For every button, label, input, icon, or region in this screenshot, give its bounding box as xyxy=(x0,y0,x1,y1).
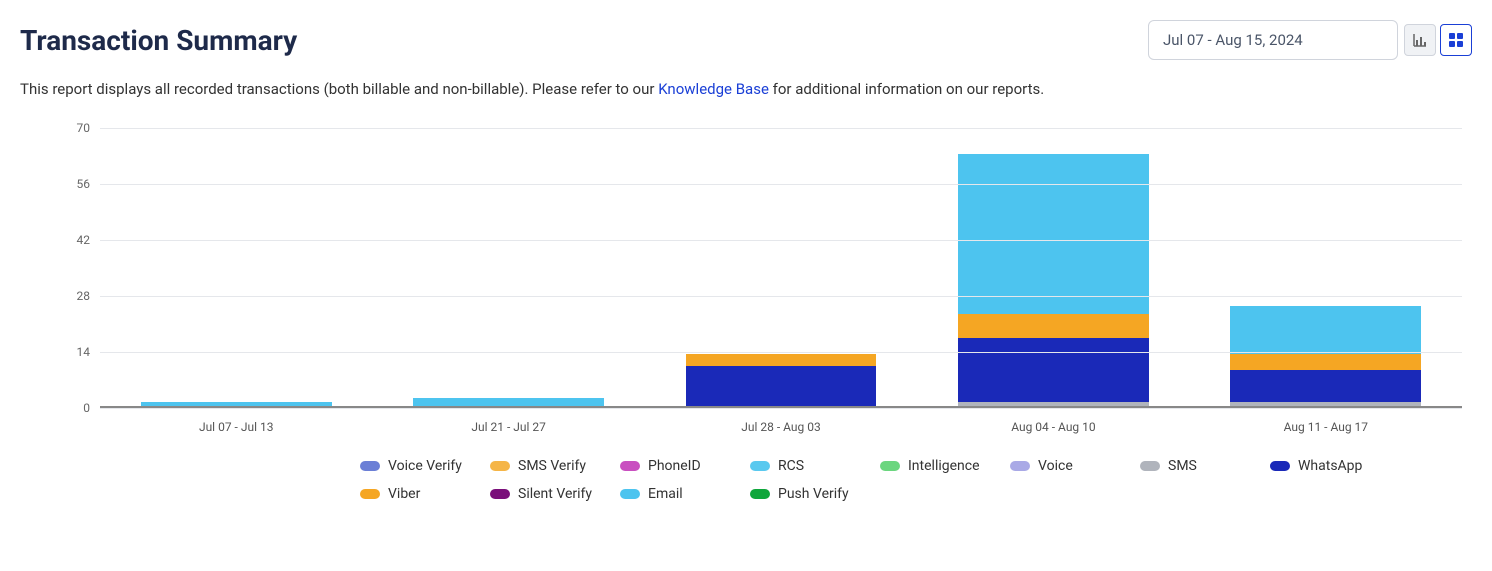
chart-plot: Jul 07 - Jul 13Jul 21 - Jul 27Jul 28 - A… xyxy=(100,128,1462,408)
x-tick-label: Jul 21 - Jul 27 xyxy=(471,420,546,434)
legend-swatch xyxy=(880,461,900,471)
legend-swatch xyxy=(490,489,510,499)
header-controls: Jul 07 - Aug 15, 2024 xyxy=(1148,20,1472,60)
legend-label: Email xyxy=(648,486,683,502)
legend-label: Silent Verify xyxy=(518,486,592,502)
chart-bars: Jul 07 - Jul 13Jul 21 - Jul 27Jul 28 - A… xyxy=(100,128,1462,406)
chart-legend: Voice Verify SMS Verify PhoneID RCS Intellig… xyxy=(360,458,1432,502)
legend-item[interactable]: RCS xyxy=(750,458,880,474)
bar-segment[interactable] xyxy=(141,402,332,406)
legend-label: SMS Verify xyxy=(518,458,586,474)
y-tick-label: 28 xyxy=(77,289,91,303)
legend-item[interactable]: SMS Verify xyxy=(490,458,620,474)
gridline xyxy=(100,128,1462,129)
legend-swatch xyxy=(360,461,380,471)
bar-segment[interactable] xyxy=(958,338,1149,402)
legend-label: Push Verify xyxy=(778,486,849,502)
x-tick-label: Jul 07 - Jul 13 xyxy=(199,420,274,434)
x-tick-label: Aug 04 - Aug 10 xyxy=(1011,420,1095,434)
view-toggle-group xyxy=(1404,24,1472,56)
legend-swatch xyxy=(1270,461,1290,471)
bar-group: Jul 28 - Aug 03 xyxy=(645,128,917,406)
bar-chart-icon xyxy=(1412,32,1428,48)
bar-group: Jul 07 - Jul 13 xyxy=(100,128,372,406)
legend-item[interactable]: Intelligence xyxy=(880,458,1010,474)
bar-segment[interactable] xyxy=(958,402,1149,406)
bar-segment[interactable] xyxy=(413,398,604,406)
stacked-bar[interactable] xyxy=(1230,306,1421,406)
legend-swatch xyxy=(360,489,380,499)
bar-segment[interactable] xyxy=(958,154,1149,314)
y-tick-label: 0 xyxy=(83,401,90,415)
y-tick-label: 70 xyxy=(77,121,91,135)
x-tick-label: Aug 11 - Aug 17 xyxy=(1284,420,1368,434)
legend-swatch xyxy=(1140,461,1160,471)
legend-swatch xyxy=(1010,461,1030,471)
gridline xyxy=(100,352,1462,353)
stacked-bar[interactable] xyxy=(686,354,877,406)
view-chart-button[interactable] xyxy=(1404,24,1436,56)
transaction-chart: 01428425670 Jul 07 - Jul 13Jul 21 - Jul … xyxy=(60,128,1462,408)
gridline xyxy=(100,408,1462,409)
page-title: Transaction Summary xyxy=(20,24,297,57)
bar-group: Aug 11 - Aug 17 xyxy=(1190,128,1462,406)
legend-item[interactable]: Voice xyxy=(1010,458,1140,474)
gridline xyxy=(100,296,1462,297)
legend-swatch xyxy=(620,461,640,471)
bar-group: Aug 04 - Aug 10 xyxy=(917,128,1189,406)
description-prefix: This report displays all recorded transa… xyxy=(20,80,658,98)
legend-item[interactable]: Push Verify xyxy=(750,486,880,502)
legend-item[interactable]: WhatsApp xyxy=(1270,458,1400,474)
legend-swatch xyxy=(620,489,640,499)
legend-item[interactable]: PhoneID xyxy=(620,458,750,474)
gridline xyxy=(100,240,1462,241)
legend-label: Intelligence xyxy=(908,458,980,474)
grid-icon xyxy=(1448,32,1464,48)
legend-label: SMS xyxy=(1168,458,1197,474)
bar-segment[interactable] xyxy=(686,366,877,406)
legend-swatch xyxy=(750,461,770,471)
legend-label: PhoneID xyxy=(648,458,701,474)
y-axis: 01428425670 xyxy=(60,128,100,408)
y-tick-label: 14 xyxy=(77,345,91,359)
knowledge-base-link[interactable]: Knowledge Base xyxy=(658,80,769,98)
bar-group: Jul 21 - Jul 27 xyxy=(372,128,644,406)
bar-segment[interactable] xyxy=(1230,306,1421,354)
stacked-bar[interactable] xyxy=(141,402,332,406)
y-tick-label: 56 xyxy=(77,177,91,191)
legend-label: Viber xyxy=(388,486,420,502)
legend-label: Voice xyxy=(1038,458,1073,474)
date-range-picker[interactable]: Jul 07 - Aug 15, 2024 xyxy=(1148,20,1398,60)
legend-label: WhatsApp xyxy=(1298,458,1362,474)
bar-segment[interactable] xyxy=(1230,402,1421,406)
x-tick-label: Jul 28 - Aug 03 xyxy=(741,420,820,434)
gridline xyxy=(100,184,1462,185)
legend-swatch xyxy=(750,489,770,499)
bar-segment[interactable] xyxy=(1230,354,1421,370)
legend-swatch xyxy=(490,461,510,471)
legend-label: RCS xyxy=(778,458,804,474)
y-tick-label: 42 xyxy=(77,233,91,247)
report-description: This report displays all recorded transa… xyxy=(20,80,1472,98)
stacked-bar[interactable] xyxy=(413,398,604,406)
bar-segment[interactable] xyxy=(686,354,877,366)
stacked-bar[interactable] xyxy=(958,154,1149,406)
legend-item[interactable]: Silent Verify xyxy=(490,486,620,502)
description-suffix: for additional information on our report… xyxy=(769,80,1044,98)
legend-item[interactable]: SMS xyxy=(1140,458,1270,474)
legend-item[interactable]: Voice Verify xyxy=(360,458,490,474)
legend-item[interactable]: Viber xyxy=(360,486,490,502)
legend-label: Voice Verify xyxy=(388,458,462,474)
bar-segment[interactable] xyxy=(958,314,1149,338)
view-table-button[interactable] xyxy=(1440,24,1472,56)
legend-item[interactable]: Email xyxy=(620,486,750,502)
bar-segment[interactable] xyxy=(1230,370,1421,402)
